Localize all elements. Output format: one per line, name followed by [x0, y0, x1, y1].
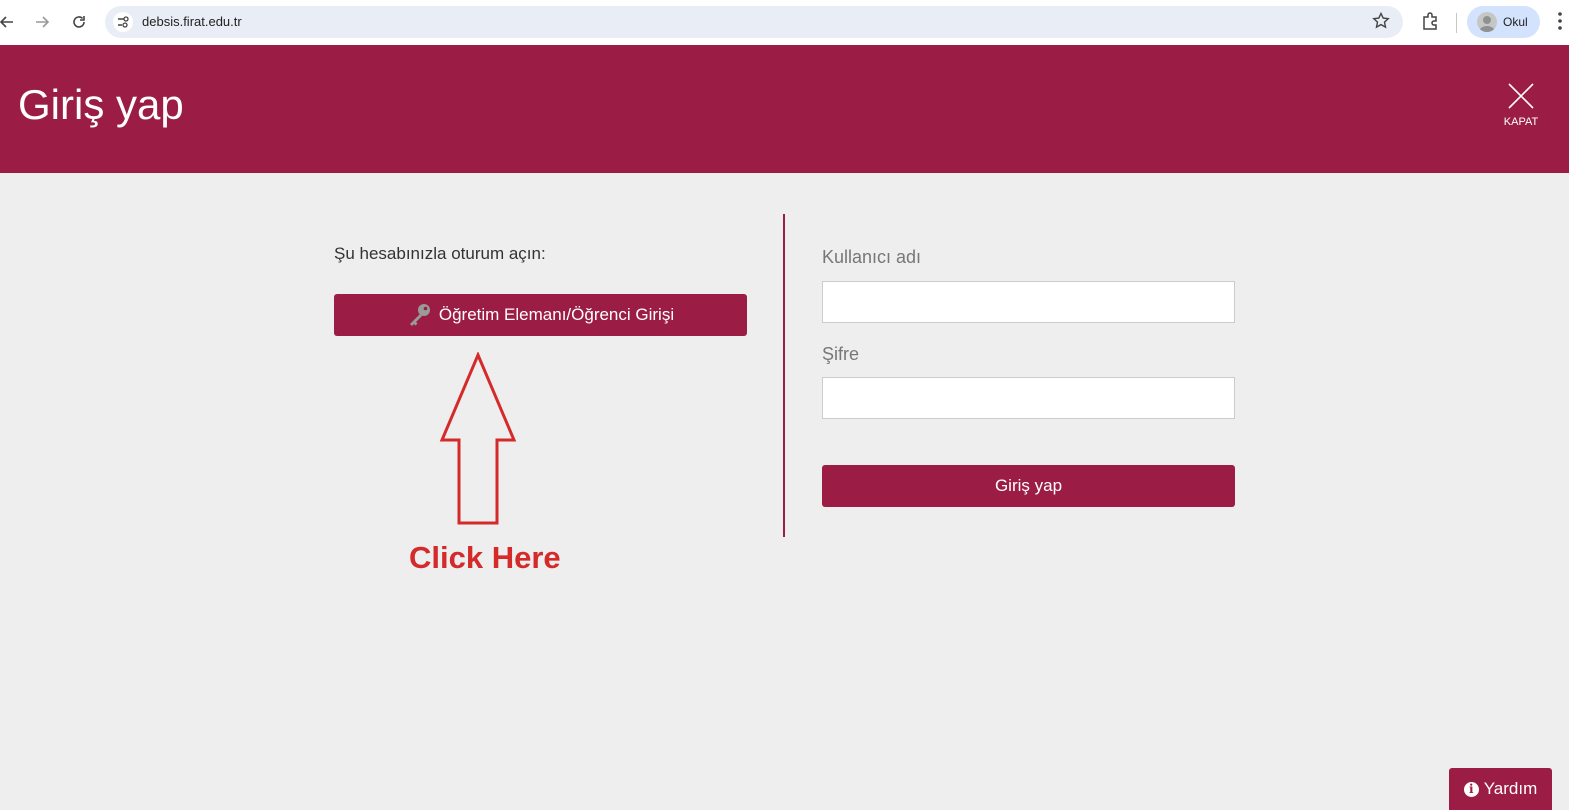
panel-divider — [783, 214, 785, 537]
extensions-icon[interactable] — [1419, 10, 1441, 37]
close-icon — [1508, 83, 1534, 109]
info-icon: i — [1463, 781, 1479, 797]
password-field[interactable] — [822, 377, 1235, 419]
sso-login-label: Öğretim Elemanı/Öğrenci Girişi — [438, 305, 675, 324]
toolbar-divider — [1456, 13, 1457, 33]
close-label: KAPAT — [1503, 116, 1539, 128]
page-header: Giriş yap KAPAT — [0, 45, 1569, 173]
menu-dots-icon[interactable] — [1556, 10, 1564, 37]
reload-icon[interactable] — [67, 10, 91, 34]
username-field[interactable] — [822, 281, 1235, 323]
back-icon[interactable] — [0, 10, 19, 34]
page-title: Giriş yap — [18, 81, 184, 128]
avatar-icon — [1477, 12, 1497, 32]
bookmark-star-icon[interactable] — [1371, 11, 1391, 36]
signin-prompt: Şu hesabınızla oturum açın: — [334, 244, 546, 263]
help-button[interactable]: i Yardım — [1449, 768, 1552, 810]
close-button[interactable]: KAPAT — [1500, 81, 1542, 131]
login-submit-label: Giriş yap — [994, 476, 1063, 495]
url-text: debsis.firat.edu.tr — [142, 14, 242, 29]
sso-login-button[interactable]: Öğretim Elemanı/Öğrenci Girişi — [334, 294, 747, 336]
browser-toolbar: debsis.firat.edu.tr Okul — [0, 0, 1569, 45]
help-label: Yardım — [1483, 779, 1538, 798]
profile-name: Okul — [1503, 15, 1528, 29]
address-bar[interactable]: debsis.firat.edu.tr — [105, 6, 1403, 38]
site-settings-icon[interactable] — [113, 12, 133, 32]
password-label: Şifre — [822, 344, 860, 364]
forward-icon[interactable] — [30, 10, 54, 34]
key-icon — [409, 304, 430, 326]
username-label: Kullanıcı adı — [822, 247, 922, 267]
up-arrow-annotation-icon — [439, 352, 517, 525]
click-here-annotation: Click Here — [409, 540, 561, 575]
login-submit-button[interactable]: Giriş yap — [822, 465, 1235, 507]
profile-button[interactable]: Okul — [1467, 6, 1540, 38]
